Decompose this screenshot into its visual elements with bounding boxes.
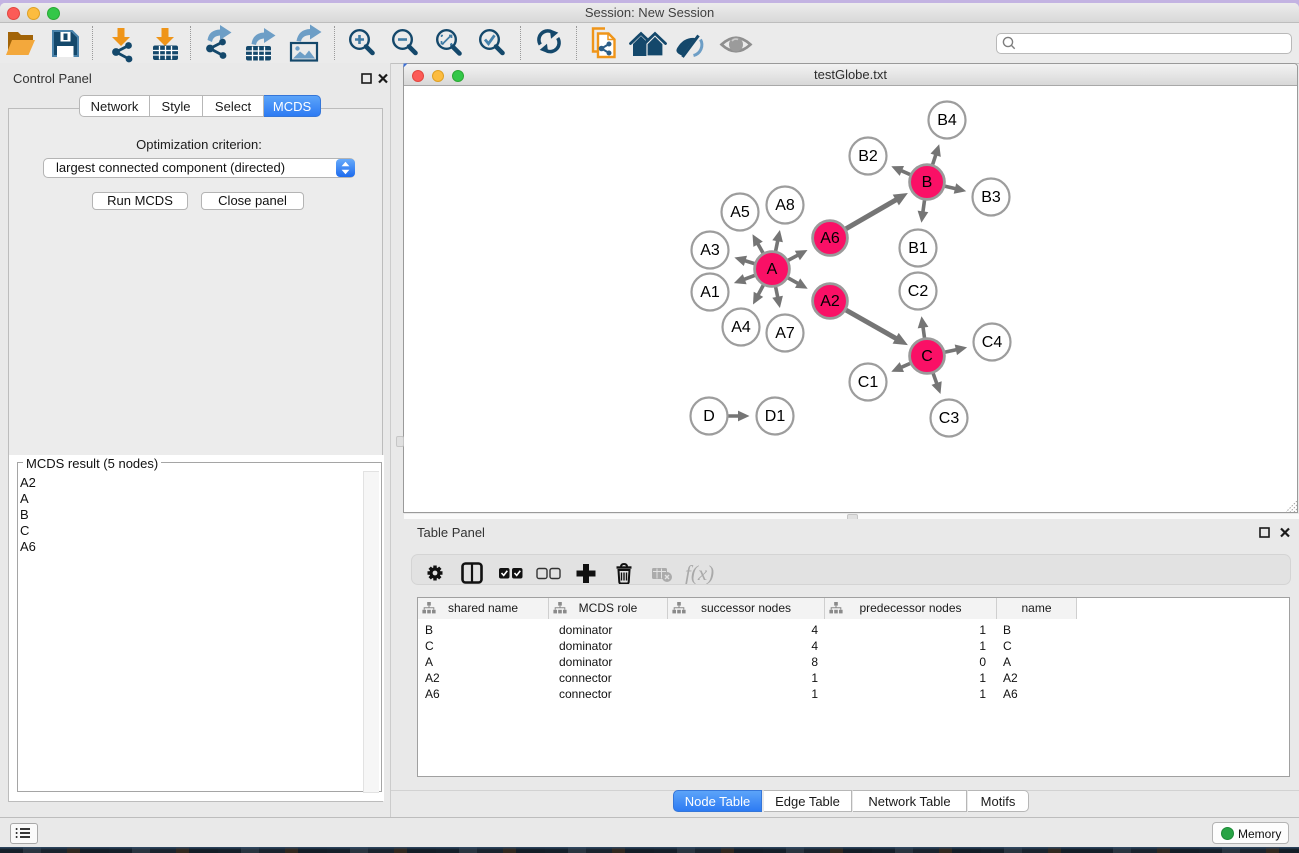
svg-text:C: C [921, 348, 933, 365]
svg-text:C2: C2 [908, 283, 929, 300]
svg-text:f(x): f(x) [685, 561, 714, 584]
svg-text:A7: A7 [775, 325, 795, 342]
svg-text:A4: A4 [731, 319, 751, 336]
svg-text:D: D [703, 408, 715, 425]
svg-text:A6: A6 [820, 230, 840, 247]
svg-text:B4: B4 [937, 112, 957, 129]
svg-text:B: B [922, 174, 933, 191]
svg-text:C4: C4 [982, 334, 1003, 351]
svg-text:B1: B1 [908, 240, 928, 257]
svg-text:A: A [767, 261, 778, 278]
svg-text:A3: A3 [700, 242, 720, 259]
svg-text:A2: A2 [820, 293, 840, 310]
svg-text:D1: D1 [765, 408, 786, 425]
svg-text:C3: C3 [939, 410, 960, 427]
svg-text:C1: C1 [858, 374, 879, 391]
svg-text:B2: B2 [858, 148, 878, 165]
svg-text:B3: B3 [981, 189, 1001, 206]
svg-text:A5: A5 [730, 204, 750, 221]
svg-text:A1: A1 [700, 284, 720, 301]
svg-text:A8: A8 [775, 197, 795, 214]
